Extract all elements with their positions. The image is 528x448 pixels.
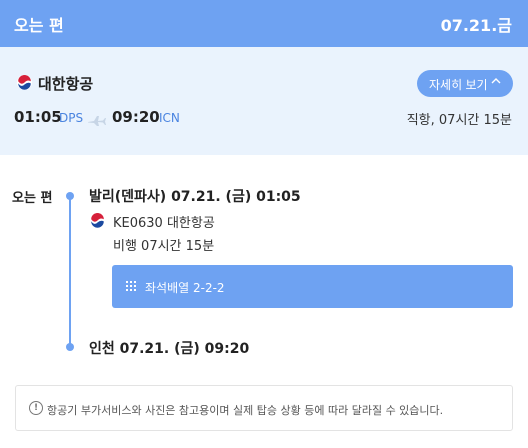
header-title: 오는 편 — [14, 16, 64, 35]
seat-layout-label: 좌석배열 2-2-2 — [145, 281, 225, 295]
airplane-icon — [88, 111, 106, 130]
arrival-dot — [66, 343, 74, 351]
departure-dot — [66, 192, 74, 200]
departure-airport-code: DPS — [59, 111, 84, 125]
korean-air-logo-icon — [17, 75, 32, 90]
arrival-time: 09:20 — [112, 108, 160, 126]
chevron-up-icon — [491, 74, 501, 91]
flight-type-duration: 직항, 07시간 15분 — [406, 113, 512, 128]
itinerary-label: 오는 편 — [12, 191, 53, 206]
info-icon: ! — [29, 401, 43, 415]
departure-time: 01:05 — [14, 108, 62, 126]
seat-grid-icon — [126, 281, 136, 291]
notice-text: 항공기 부가서비스와 사진은 참고용이며 실제 탑승 상황 등에 따라 달라질 … — [47, 404, 444, 417]
korean-air-logo-icon — [90, 213, 105, 228]
flight-summary: 대한항공 자세히 보기 01:05 DPS 09:20 ICN 직항, 07시간… — [0, 47, 528, 155]
details-toggle-label: 자세히 보기 — [429, 78, 488, 92]
itinerary-departure: 발리(덴파사) 07.21. (금) 01:05 — [89, 189, 301, 205]
notice-box: ! 항공기 부가서비스와 사진은 참고용이며 실제 탑승 상황 등에 따라 달라… — [15, 385, 513, 431]
header-bar: 오는 편 07.21.금 — [0, 0, 528, 47]
segment-flight-number: KE0630 대한항공 — [113, 216, 215, 231]
itinerary-arrival: 인천 07.21. (금) 09:20 — [89, 341, 250, 357]
details-toggle-button[interactable]: 자세히 보기 — [417, 70, 513, 97]
header-date: 07.21.금 — [440, 16, 512, 35]
airline-name: 대한항공 — [38, 75, 94, 93]
arrival-airport-code: ICN — [159, 111, 180, 125]
timeline-line — [69, 196, 71, 347]
seat-layout-button[interactable]: 좌석배열 2-2-2 — [112, 265, 513, 308]
segment-duration: 비행 07시간 15분 — [113, 239, 215, 254]
